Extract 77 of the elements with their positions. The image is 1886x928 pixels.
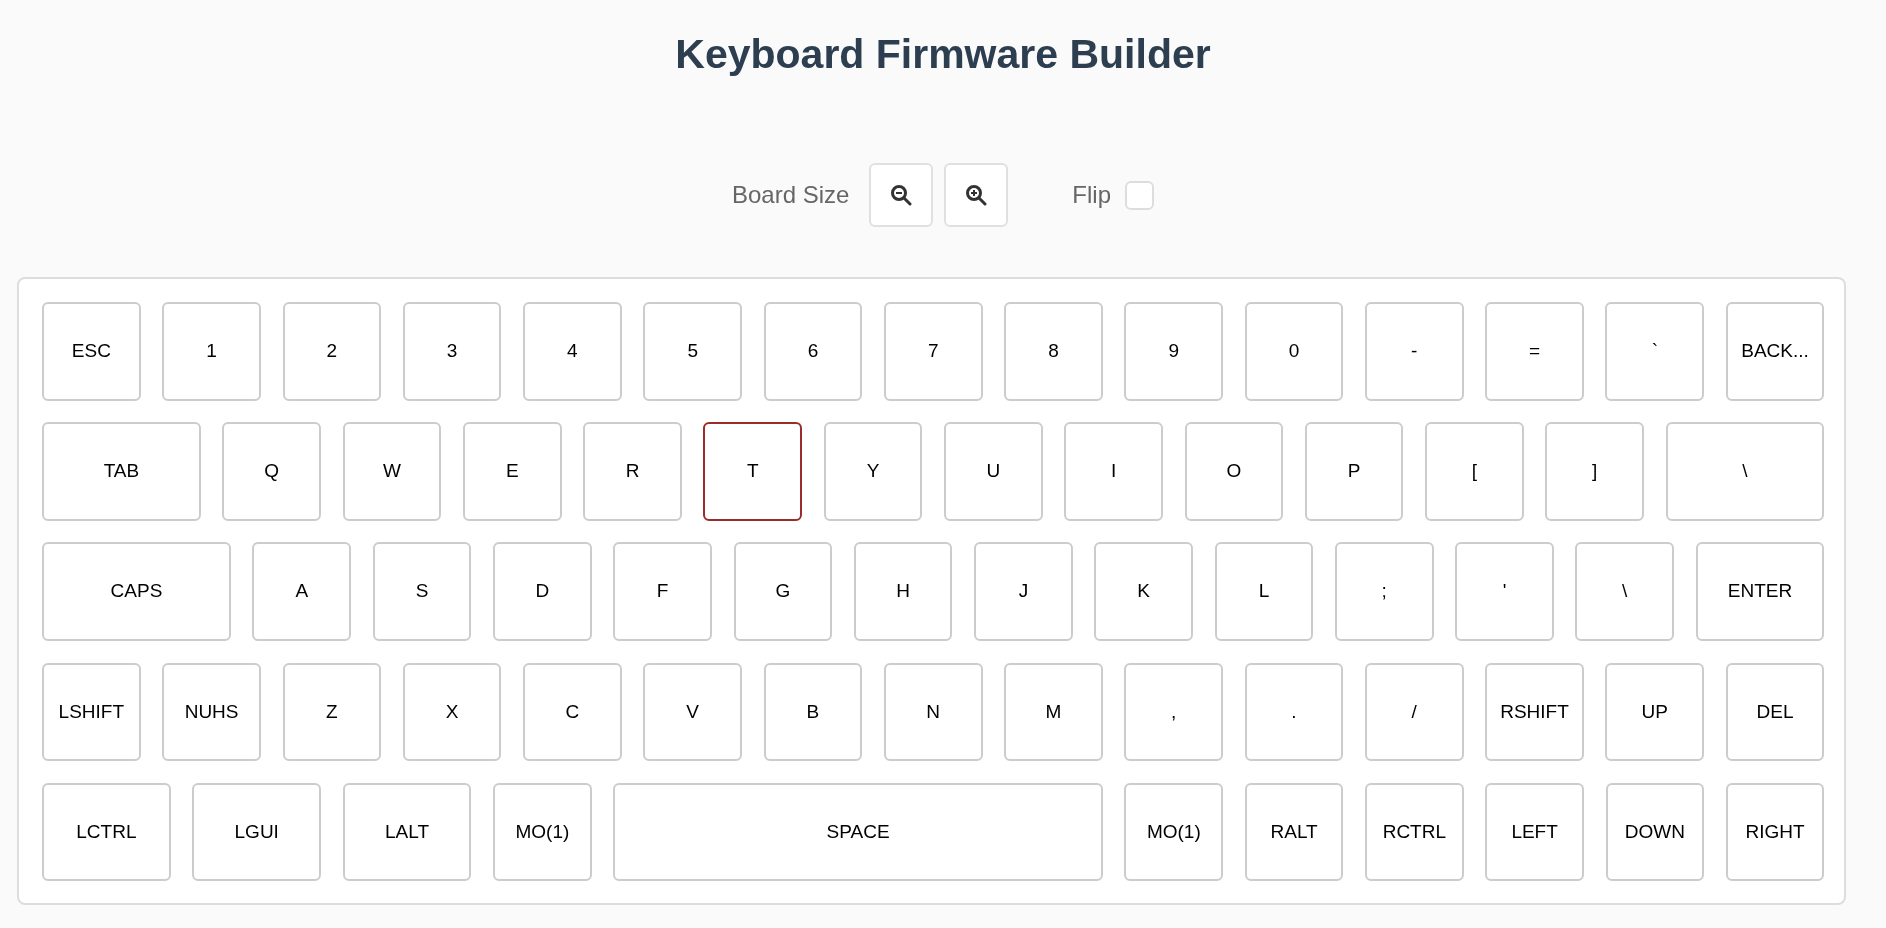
key[interactable]: ENTER (1695, 542, 1825, 641)
board-size-label: Board Size (731, 180, 850, 210)
key[interactable]: F (613, 542, 712, 641)
key[interactable]: Q (222, 422, 322, 521)
key[interactable]: , (1124, 662, 1224, 762)
key[interactable]: - (1364, 302, 1464, 401)
key[interactable]: E (462, 422, 562, 521)
key[interactable]: ' (1455, 542, 1554, 641)
key[interactable]: MO(1) (1124, 782, 1224, 882)
key[interactable]: LGUI (192, 782, 322, 882)
key[interactable]: . (1244, 662, 1344, 762)
key[interactable]: O (1184, 422, 1284, 521)
key[interactable]: TAB (42, 422, 201, 521)
key[interactable]: S (372, 542, 472, 641)
key[interactable]: D (493, 542, 592, 641)
key[interactable]: 6 (763, 302, 863, 401)
key[interactable]: A (252, 542, 352, 641)
key[interactable]: 2 (282, 302, 382, 401)
flip-checkbox[interactable] (1125, 180, 1155, 210)
key[interactable]: 1 (162, 302, 261, 401)
key[interactable]: K (1094, 542, 1193, 641)
key[interactable]: V (643, 662, 742, 762)
key[interactable]: RIGHT (1725, 782, 1825, 882)
flip-label: Flip (1072, 180, 1112, 210)
key[interactable]: DEL (1725, 662, 1825, 762)
key[interactable]: MO(1) (493, 782, 592, 882)
key[interactable]: ; (1334, 542, 1434, 641)
key[interactable]: \ (1575, 542, 1675, 641)
key[interactable]: ESC (42, 302, 141, 401)
key[interactable]: N (883, 662, 983, 762)
key[interactable]: B (763, 662, 863, 762)
key[interactable]: 9 (1124, 302, 1224, 401)
zoom-out-button[interactable] (869, 163, 934, 227)
key[interactable]: LEFT (1485, 782, 1584, 882)
key[interactable]: 3 (402, 302, 502, 401)
key[interactable]: L (1214, 542, 1314, 641)
key[interactable]: U (944, 422, 1043, 521)
key[interactable]: RALT (1244, 782, 1344, 882)
key[interactable]: 7 (883, 302, 983, 401)
key[interactable]: UP (1605, 662, 1705, 762)
key[interactable]: 8 (1004, 302, 1103, 401)
key[interactable]: Z (282, 662, 382, 762)
key[interactable]: DOWN (1605, 782, 1705, 882)
key[interactable]: I (1064, 422, 1163, 521)
key[interactable]: CAPS (42, 542, 231, 641)
key[interactable]: R (583, 422, 682, 521)
key[interactable]: \ (1665, 422, 1825, 521)
key[interactable]: RSHIFT (1485, 662, 1584, 762)
key[interactable]: J (974, 542, 1073, 641)
key[interactable]: / (1364, 662, 1464, 762)
zoom-in-button[interactable] (944, 163, 1009, 227)
key[interactable]: LALT (342, 782, 472, 882)
zoom-in-icon (965, 184, 988, 206)
key[interactable]: W (342, 422, 442, 521)
key[interactable]: 5 (643, 302, 742, 401)
key[interactable]: P (1304, 422, 1404, 521)
key[interactable]: = (1485, 302, 1584, 401)
key[interactable]: 4 (523, 302, 622, 401)
key[interactable]: RCTRL (1365, 782, 1464, 882)
key[interactable]: ] (1545, 422, 1644, 521)
key[interactable]: X (402, 662, 502, 762)
key[interactable]: M (1004, 662, 1103, 762)
zoom-out-icon (890, 184, 913, 206)
key[interactable]: [ (1425, 422, 1524, 521)
key[interactable]: G (733, 542, 833, 641)
key[interactable]: C (523, 662, 622, 762)
page-title: Keyboard Firmware Builder (675, 30, 1211, 78)
key[interactable]: BACK... (1725, 302, 1825, 401)
key[interactable]: ` (1605, 302, 1705, 401)
key[interactable]: SPACE (613, 782, 1103, 882)
key[interactable]: 0 (1244, 302, 1344, 401)
key[interactable]: H (853, 542, 953, 641)
key[interactable]: LSHIFT (42, 662, 141, 762)
key[interactable]: LCTRL (42, 782, 171, 882)
key[interactable]: T (703, 422, 803, 521)
key[interactable]: NUHS (162, 662, 261, 762)
key[interactable]: Y (823, 422, 923, 521)
